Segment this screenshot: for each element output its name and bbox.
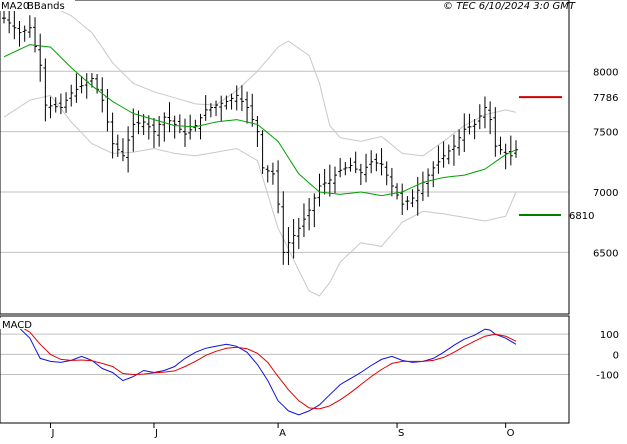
price-tick-label: 7500	[593, 128, 618, 139]
macd-tick-label: 0	[613, 350, 619, 361]
price-tick-label: 8000	[593, 67, 618, 78]
ma-legend: MA20	[1, 1, 29, 12]
bbands-legend: BBands	[27, 1, 65, 12]
x-tick-label: A	[279, 428, 286, 439]
price-tick-label: 7000	[593, 188, 618, 199]
support-level-label: 6810	[569, 211, 594, 222]
x-tick-label: J	[154, 428, 158, 439]
x-tick-label: S	[398, 428, 404, 439]
price-tick-label: 6500	[593, 248, 618, 259]
chart-svg: 77866810 80007500700065001000-100 JJASO …	[0, 0, 627, 440]
macd-legend: MACD	[2, 320, 32, 331]
x-tick-label: J	[51, 428, 55, 439]
stock-chart: 7786 6810 8000 7500 7000 6500 100 0 -100 JJASO …	[0, 0, 627, 440]
macd-tick-label: 100	[600, 330, 619, 341]
macd-tick-label: -100	[596, 371, 619, 382]
copyright-notice: © TEC 6/10/2024 3:0 GMT	[443, 1, 576, 12]
x-tick-label: O	[507, 428, 515, 439]
resistance-level-label: 7786	[593, 93, 618, 104]
